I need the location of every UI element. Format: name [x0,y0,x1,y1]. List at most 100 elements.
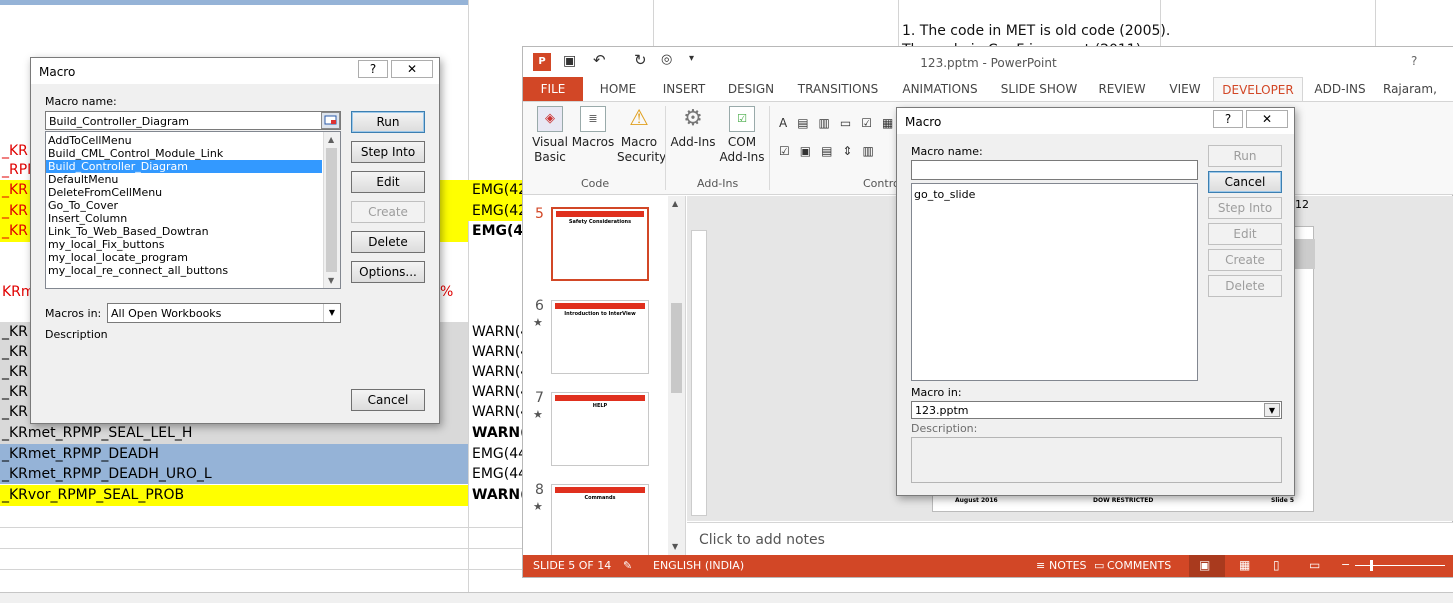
reading-view-icon[interactable]: ▯ [1273,558,1280,572]
run-button[interactable]: Run [351,111,425,133]
zoom-slider[interactable] [1355,565,1445,566]
slide-thumbnail-5[interactable]: Safety Considerations [551,207,649,281]
grid-line [653,0,654,50]
controls-row-1[interactable]: A▤▥▭☑▦ [779,116,903,130]
tab-add-ins[interactable]: ADD-INS [1309,77,1371,101]
create-button[interactable]: Create [1208,249,1282,271]
visual-basic-label-2: Basic [534,150,566,164]
scroll-down-icon[interactable]: ▼ [672,542,678,551]
tab-review[interactable]: REVIEW [1091,77,1153,101]
visual-basic-button[interactable]: ◈ Visual Basic [531,106,569,165]
tab-developer[interactable]: DEVELOPER [1213,77,1303,101]
tab-animations[interactable]: ANIMATIONS [895,77,985,101]
macro-security-button[interactable]: ⚠ Macro Security [617,106,666,165]
macro-list-item[interactable]: Link_To_Web_Based_Dowtran [46,225,322,238]
cancel-button[interactable]: Cancel [351,389,425,411]
tab-transitions[interactable]: TRANSITIONS [791,77,885,101]
zoom-out-icon[interactable]: − [1341,558,1350,571]
thumbnail-scrollbar[interactable]: ▲ ▼ [668,196,685,557]
options-button[interactable]: Options... [351,261,425,283]
add-ins-button[interactable]: ⚙ Add-Ins [669,106,717,150]
user-name[interactable]: Rajaram, Pra [1383,77,1453,101]
macro-list-item[interactable]: my_local_locate_program [46,251,322,264]
list-scrollbar[interactable]: ▲ ▼ [323,132,340,288]
macro-list[interactable]: go_to_slide [911,183,1198,381]
edit-button[interactable]: Edit [351,171,425,193]
slide-thumbnail-8[interactable]: Commands [551,484,649,558]
slide-sorter-icon[interactable]: ▦ [1239,558,1250,572]
macro-list-item[interactable]: AddToCellMenu [46,134,322,147]
help-button[interactable]: ? [358,60,388,78]
ribbon-tabs: FILE HOME INSERT DESIGN TRANSITIONS ANIM… [523,77,1453,101]
macro-list-item[interactable]: Build_CML_Control_Module_Link [46,147,322,160]
macro-list-item[interactable]: DeleteFromCellMenu [46,186,322,199]
spelling-icon[interactable]: ✎ [623,559,632,572]
slide-thumbnail-7[interactable]: HELP [551,392,649,466]
slide-number: 6 [535,298,544,314]
close-button[interactable]: ✕ [391,60,433,78]
scroll-up-icon[interactable]: ▲ [672,199,678,208]
scroll-thumb[interactable] [326,148,337,272]
scroll-up-icon[interactable]: ▲ [328,135,334,144]
tab-design[interactable]: DESIGN [721,77,781,101]
delete-button[interactable]: Delete [351,231,425,253]
cell-percent: % [440,284,454,300]
run-button[interactable]: Run [1208,145,1282,167]
controls-row-2[interactable]: ☑▣▤⇕▥ [779,144,884,158]
cancel-button[interactable]: Cancel [1208,171,1282,193]
macro-list-item[interactable]: my_local_Fix_buttons [46,238,322,251]
macro-list-item[interactable]: Go_To_Cover [46,199,322,212]
macro-list[interactable]: AddToCellMenu Build_CML_Control_Module_Li… [45,131,341,289]
macro-list-item[interactable]: go_to_slide [912,187,1197,201]
tab-file[interactable]: FILE [523,77,583,101]
edit-button[interactable]: Edit [1208,223,1282,245]
chevron-down-icon[interactable]: ▼ [1264,403,1280,417]
comments-button[interactable]: COMMENTS [1107,559,1171,572]
delete-button[interactable]: Delete [1208,275,1282,297]
create-button[interactable]: Create [351,201,425,223]
dialog-title: Macro [905,115,942,129]
star-icon: ★ [533,500,543,513]
com-add-ins-label: COM [727,135,757,149]
tab-view[interactable]: VIEW [1161,77,1209,101]
macro-list-item[interactable]: my_local_re_connect_all_buttons [46,264,322,277]
language-indicator[interactable]: ENGLISH (INDIA) [653,559,744,572]
macros-button[interactable]: ≣ Macros [571,106,615,150]
com-add-ins-label-2: Add-Ins [719,150,765,164]
slideshow-view-icon[interactable]: ▭ [1309,558,1320,572]
step-into-button[interactable]: Step Into [351,141,425,163]
tab-insert[interactable]: INSERT [655,77,713,101]
close-button[interactable]: ✕ [1246,110,1288,128]
com-add-ins-button[interactable]: ☑ COM Add-Ins [719,106,765,165]
macro-in-select[interactable]: 123.pptm ▼ [911,401,1282,419]
macros-in-select[interactable]: All Open Workbooks ▼ [107,303,341,323]
cell-a: _KR [2,324,28,340]
notes-button[interactable]: NOTES [1049,559,1087,572]
tab-home[interactable]: HOME [589,77,647,101]
comments-icon[interactable]: ▭ [1094,559,1104,572]
chevron-down-icon[interactable]: ▼ [323,304,340,322]
macro-list-item[interactable]: DefaultMenu [46,173,322,186]
sheet-tabs-bar[interactable] [0,592,1453,603]
grid-line [0,569,522,570]
notes-pane[interactable]: Click to add notes [687,522,1453,557]
scroll-thumb[interactable] [671,303,682,393]
step-into-button[interactable]: Step Into [1208,197,1282,219]
zoom-thumb[interactable] [1370,560,1373,571]
scroll-down-icon[interactable]: ▼ [328,276,334,285]
slide-thumbnail-6[interactable]: Introduction to InterView [551,300,649,374]
help-button[interactable]: ? [1213,110,1243,128]
slide-header-bar [556,211,644,217]
star-icon: ★ [533,408,543,421]
cell-a: _KR [2,404,28,420]
macro-name-input[interactable]: Build_Controller_Diagram [45,111,341,130]
macro-name-input[interactable] [911,160,1198,180]
macro-list-item[interactable]: Insert_Column [46,212,322,225]
macro-list-item[interactable]: Build_Controller_Diagram [46,160,322,173]
help-icon[interactable]: ? [1411,54,1417,68]
tab-slide-show[interactable]: SLIDE SHOW [997,77,1081,101]
dialog-titlebar: Macro ? ✕ [31,58,439,84]
row-name: _KRvor_RPMP_SEAL_PROB [2,487,185,503]
collapse-dialog-icon[interactable] [321,112,340,129]
notes-icon[interactable]: ≡ [1036,559,1045,572]
